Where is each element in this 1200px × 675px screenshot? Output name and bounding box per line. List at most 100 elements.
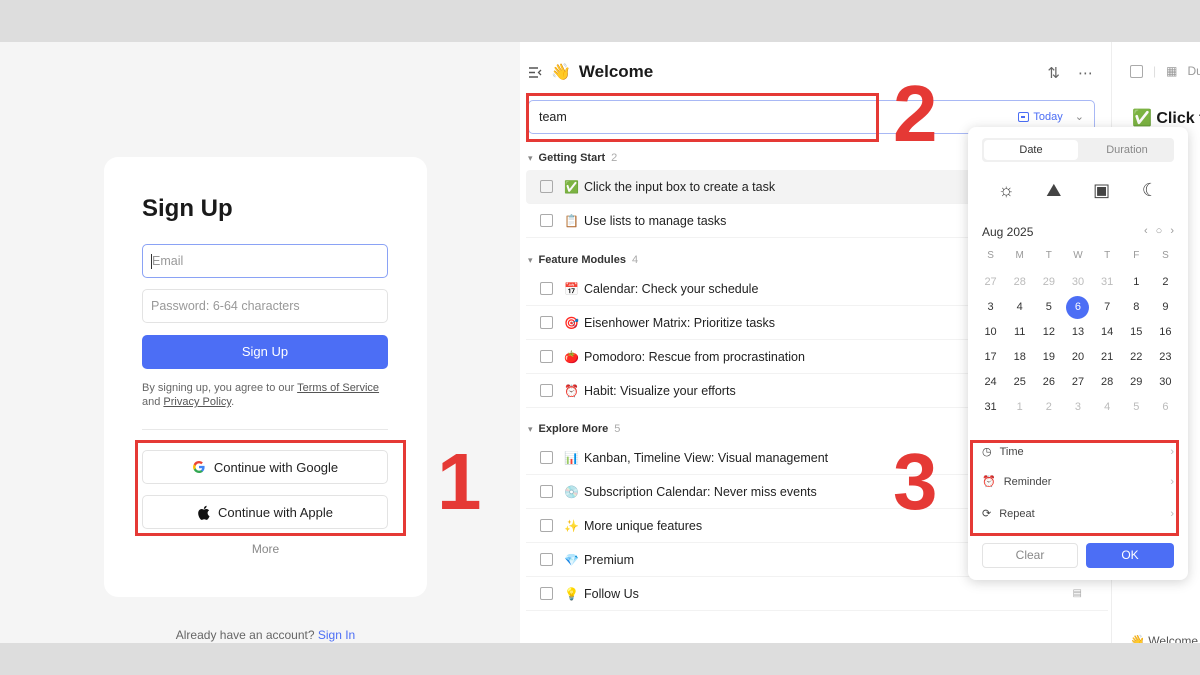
task-checkbox[interactable] <box>540 384 553 397</box>
calendar-day[interactable]: 27 <box>1063 371 1092 394</box>
header-actions: ⇅ ⋯ <box>1047 64 1093 82</box>
calendar-day[interactable]: 30 <box>1063 271 1092 294</box>
calendar-day[interactable]: 29 <box>1122 371 1151 394</box>
sun-icon[interactable]: ☼ <box>998 180 1015 201</box>
calendar-day[interactable]: 12 <box>1034 321 1063 344</box>
password-field[interactable]: Password: 6-64 characters <box>142 289 388 323</box>
task-checkbox[interactable] <box>540 519 553 532</box>
calendar-day[interactable]: 26 <box>1034 371 1063 394</box>
annotation-box-1 <box>135 440 406 536</box>
calendar-day[interactable]: 2 <box>1151 271 1180 294</box>
calendar-day[interactable]: 30 <box>1151 371 1180 394</box>
signup-button[interactable]: Sign Up <box>142 335 388 369</box>
calendar-day[interactable]: 31 <box>976 396 1005 419</box>
calendar-day[interactable]: 23 <box>1151 346 1180 369</box>
calendar-day[interactable]: 27 <box>976 271 1005 294</box>
section-name: Explore More <box>538 423 609 435</box>
section-name: Getting Start <box>538 152 606 164</box>
task-label: Eisenhower Matrix: Prioritize tasks <box>584 315 776 330</box>
signin-link[interactable]: Sign In <box>318 628 355 642</box>
calendar-day[interactable]: 3 <box>1063 396 1092 419</box>
calendar-day[interactable]: 8 <box>1122 296 1151 319</box>
more-link[interactable]: More <box>104 542 427 556</box>
calendar-day[interactable]: 7 <box>1093 296 1122 319</box>
email-field[interactable]: Email <box>142 244 388 278</box>
task-checkbox[interactable] <box>540 316 553 329</box>
calendar-day[interactable]: 6 <box>1151 396 1180 419</box>
task-emoji-icon: ✨ <box>564 518 579 533</box>
task-row[interactable]: 💡 Follow Us ▤ <box>526 577 1108 611</box>
today-dot-icon[interactable]: ○ <box>1156 225 1163 237</box>
moon-icon[interactable]: ☾ <box>1142 180 1158 201</box>
calendar-day[interactable]: 10 <box>976 321 1005 344</box>
calendar-day[interactable]: 31 <box>1093 271 1122 294</box>
calendar-day[interactable]: 19 <box>1034 346 1063 369</box>
calendar-day[interactable]: 16 <box>1151 321 1180 344</box>
collapse-sidebar-icon[interactable] <box>528 66 543 79</box>
calendar-day[interactable]: 14 <box>1093 321 1122 344</box>
task-checkbox[interactable] <box>540 180 553 193</box>
calendar-day[interactable]: 13 <box>1063 321 1092 344</box>
calendar-day[interactable]: 5 <box>1122 396 1151 419</box>
chevron-right-icon[interactable]: › <box>1170 225 1174 237</box>
calendar-plus-icon[interactable]: ▣ <box>1093 180 1110 201</box>
weekday: W <box>1073 250 1083 261</box>
clear-button[interactable]: Clear <box>982 543 1078 568</box>
calendar-day[interactable]: 15 <box>1122 321 1151 344</box>
terms-of-service-link[interactable]: Terms of Service <box>297 382 379 394</box>
annotation-box-2 <box>526 93 879 142</box>
calendar-day[interactable]: 11 <box>1005 321 1034 344</box>
section-header[interactable]: ▾ Feature Modules 4 <box>528 254 638 266</box>
sort-icon[interactable]: ⇅ <box>1047 64 1060 82</box>
calendar-day[interactable]: 1 <box>1005 396 1034 419</box>
calendar-day[interactable]: 18 <box>1005 346 1034 369</box>
task-checkbox[interactable] <box>540 485 553 498</box>
detail-checkbox[interactable] <box>1130 64 1143 78</box>
list-header: 👋 Welcome <box>528 62 653 82</box>
task-label: More unique features <box>584 518 703 533</box>
calendar-day[interactable]: 9 <box>1151 296 1180 319</box>
detail-footer: 👋 Welcome <box>1130 634 1198 643</box>
due-date-label[interactable]: Due <box>1187 64 1200 78</box>
task-emoji-icon: 📅 <box>564 281 579 296</box>
calendar-day[interactable]: 6 <box>1063 296 1092 319</box>
calendar-day[interactable]: 24 <box>976 371 1005 394</box>
calendar-day[interactable]: 28 <box>1005 271 1034 294</box>
calendar-day[interactable]: 4 <box>1005 296 1034 319</box>
calendar-day[interactable]: 5 <box>1034 296 1063 319</box>
calendar-day[interactable]: 22 <box>1122 346 1151 369</box>
calendar-day[interactable]: 17 <box>976 346 1005 369</box>
task-label: Subscription Calendar: Never miss events <box>584 484 817 499</box>
section-header[interactable]: ▾ Getting Start 2 <box>528 152 617 164</box>
calendar-day[interactable]: 25 <box>1005 371 1034 394</box>
task-checkbox[interactable] <box>540 451 553 464</box>
task-label: Click the input box to create a task <box>584 179 776 194</box>
tab-date[interactable]: Date <box>984 140 1078 160</box>
task-label: Calendar: Check your schedule <box>584 281 759 296</box>
divider <box>142 429 388 430</box>
calendar-day[interactable]: 20 <box>1063 346 1092 369</box>
task-checkbox[interactable] <box>540 214 553 227</box>
calendar-grid: 27 28 29 30 31 1 2 3 4 5 6 7 8 9 10 11 12 13 14 15 16 17 18 19 2… <box>976 271 1180 419</box>
calendar-day[interactable]: 28 <box>1093 371 1122 394</box>
tab-duration[interactable]: Duration <box>1080 138 1174 162</box>
privacy-policy-link[interactable]: Privacy Policy <box>163 396 231 408</box>
more-options-icon[interactable]: ⋯ <box>1078 64 1093 82</box>
task-checkbox[interactable] <box>540 282 553 295</box>
calendar-day[interactable]: 1 <box>1122 271 1151 294</box>
sunrise-icon[interactable]: ⛰ <box>1046 180 1061 201</box>
calendar-day[interactable]: 4 <box>1093 396 1122 419</box>
calendar-icon: ▦ <box>1166 64 1178 78</box>
task-checkbox[interactable] <box>540 350 553 363</box>
task-checkbox[interactable] <box>540 587 553 600</box>
task-checkbox[interactable] <box>540 553 553 566</box>
calendar-day[interactable]: 29 <box>1034 271 1063 294</box>
calendar-day[interactable]: 21 <box>1093 346 1122 369</box>
ok-button[interactable]: OK <box>1086 543 1174 568</box>
task-label: Pomodoro: Rescue from procrastination <box>584 349 805 364</box>
section-header[interactable]: ▾ Explore More 5 <box>528 423 620 435</box>
calendar-day[interactable]: 2 <box>1034 396 1063 419</box>
calendar-day[interactable]: 3 <box>976 296 1005 319</box>
chevron-left-icon[interactable]: ‹ <box>1144 225 1148 237</box>
task-emoji-icon: 🎯 <box>564 315 579 330</box>
